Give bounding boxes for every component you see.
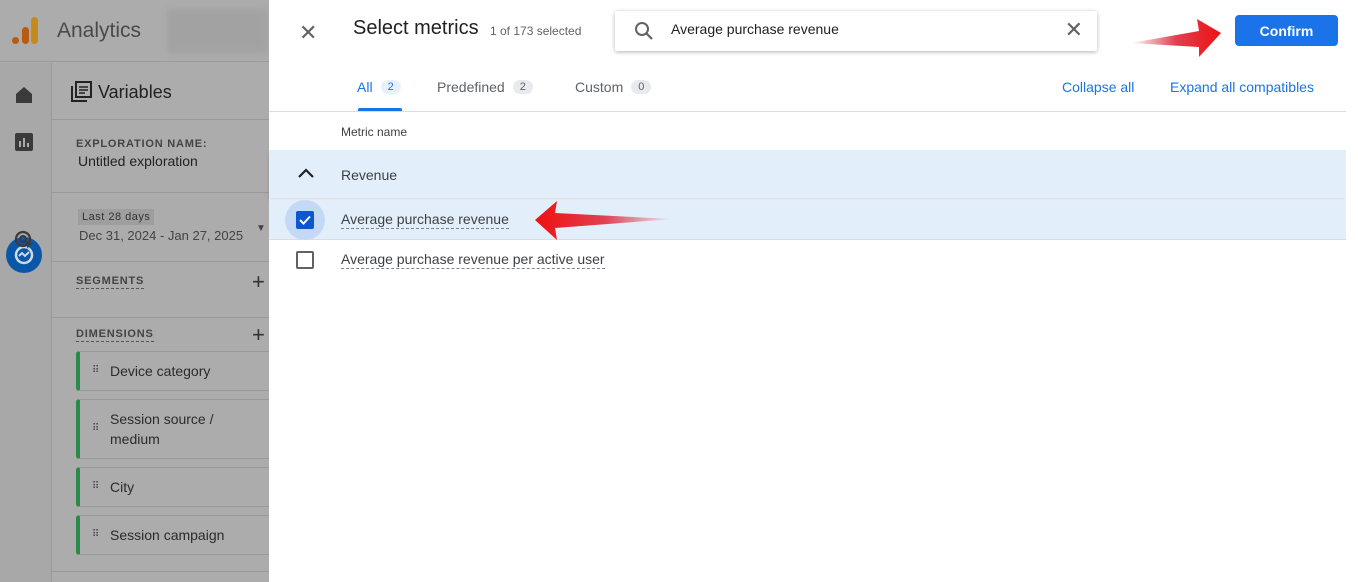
variables-icon [71, 81, 92, 102]
annotation-arrow-right [1131, 19, 1221, 57]
close-icon[interactable]: ✕ [299, 20, 317, 46]
collapse-all-link[interactable]: Collapse all [1062, 79, 1134, 95]
tab-count-badge: 2 [380, 80, 401, 94]
tab-count-badge: 0 [631, 80, 652, 94]
search-icon [635, 22, 653, 40]
variables-panel: Variables EXPLORATION NAME: Untitled exp… [52, 63, 269, 582]
add-dimension-button[interactable]: + [252, 322, 265, 348]
metric-label: Average purchase revenue per active user [341, 251, 605, 269]
search-input[interactable] [671, 21, 1051, 37]
tab-custom[interactable]: Custom 0 [575, 79, 652, 95]
drag-handle-icon[interactable]: ⠿ [92, 366, 102, 376]
exploration-name[interactable]: Untitled exploration [78, 153, 198, 169]
divider [269, 111, 1346, 112]
metric-row[interactable]: Average purchase revenue per active user [269, 240, 1346, 280]
drag-handle-icon[interactable]: ⠿ [92, 530, 102, 540]
exploration-name-label: EXPLORATION NAME: [76, 138, 208, 150]
group-revenue[interactable]: Revenue [269, 150, 1346, 198]
tab-label: Predefined [437, 79, 505, 95]
home-icon[interactable] [12, 83, 36, 107]
advertising-icon[interactable] [12, 228, 36, 252]
select-metrics-dialog: ✕ Select metrics 1 of 173 selected ✕ Con… [269, 0, 1346, 582]
app-title: Analytics [57, 19, 142, 42]
dimension-item[interactable]: ⠿ Session campaign [76, 515, 269, 555]
page-edge [1346, 0, 1358, 582]
drag-handle-icon[interactable]: ⠿ [92, 424, 102, 434]
metric-row[interactable]: Average purchase revenue [269, 200, 1346, 240]
divider [52, 119, 269, 120]
dimension-label: Device category [110, 363, 211, 379]
column-header-metric-name: Metric name [341, 125, 408, 139]
expand-all-compatibles-link[interactable]: Expand all compatibles [1170, 79, 1314, 95]
tab-predefined[interactable]: Predefined 2 [437, 79, 533, 95]
checkmark-icon [299, 215, 311, 225]
analytics-logo-icon [12, 17, 38, 44]
dimension-item[interactable]: ⠿ City [76, 467, 269, 507]
tab-label: Custom [575, 79, 624, 95]
metric-checkbox[interactable] [296, 251, 314, 269]
annotation-arrow-left [535, 201, 673, 240]
drag-handle-icon[interactable]: ⠿ [92, 482, 102, 492]
dimension-item[interactable]: ⠿ Device category [76, 351, 269, 391]
account-selector[interactable] [168, 9, 268, 53]
dimensions-label: DIMENSIONS [76, 328, 154, 342]
tab-count-badge: 2 [512, 80, 533, 94]
reports-icon[interactable] [12, 130, 36, 154]
top-bar: Analytics [0, 0, 269, 62]
metric-label: Average purchase revenue [341, 211, 509, 229]
date-range[interactable]: Dec 31, 2024 - Jan 27, 2025 [79, 228, 243, 243]
divider [52, 261, 269, 262]
divider [52, 317, 269, 318]
variables-title: Variables [98, 81, 172, 102]
dimension-label: Session campaign [110, 527, 225, 543]
metric-checkbox[interactable] [296, 211, 314, 229]
chevron-up-icon[interactable] [297, 166, 315, 180]
tab-all[interactable]: All 2 [357, 79, 401, 95]
divider [52, 192, 269, 193]
clear-search-icon[interactable]: ✕ [1065, 17, 1083, 43]
dimension-item[interactable]: ⠿ Session source / medium [76, 399, 269, 459]
segments-label: SEGMENTS [76, 275, 145, 289]
divider [52, 571, 269, 572]
add-segment-button[interactable]: + [252, 269, 265, 295]
nav-rail [0, 63, 52, 582]
dimension-label: Session source / medium [110, 411, 214, 447]
dimension-label: City [110, 479, 135, 495]
date-preset-chip: Last 28 days [78, 209, 155, 225]
tab-label: All [357, 79, 373, 95]
group-label: Revenue [341, 167, 398, 183]
selected-count: 1 of 173 selected [490, 24, 582, 38]
search-box: ✕ [615, 11, 1097, 51]
confirm-button[interactable]: Confirm [1235, 15, 1338, 46]
dialog-title: Select metrics [353, 17, 479, 39]
variables-heading: Variables [70, 81, 172, 103]
dropdown-caret-icon[interactable]: ▼ [256, 223, 266, 234]
